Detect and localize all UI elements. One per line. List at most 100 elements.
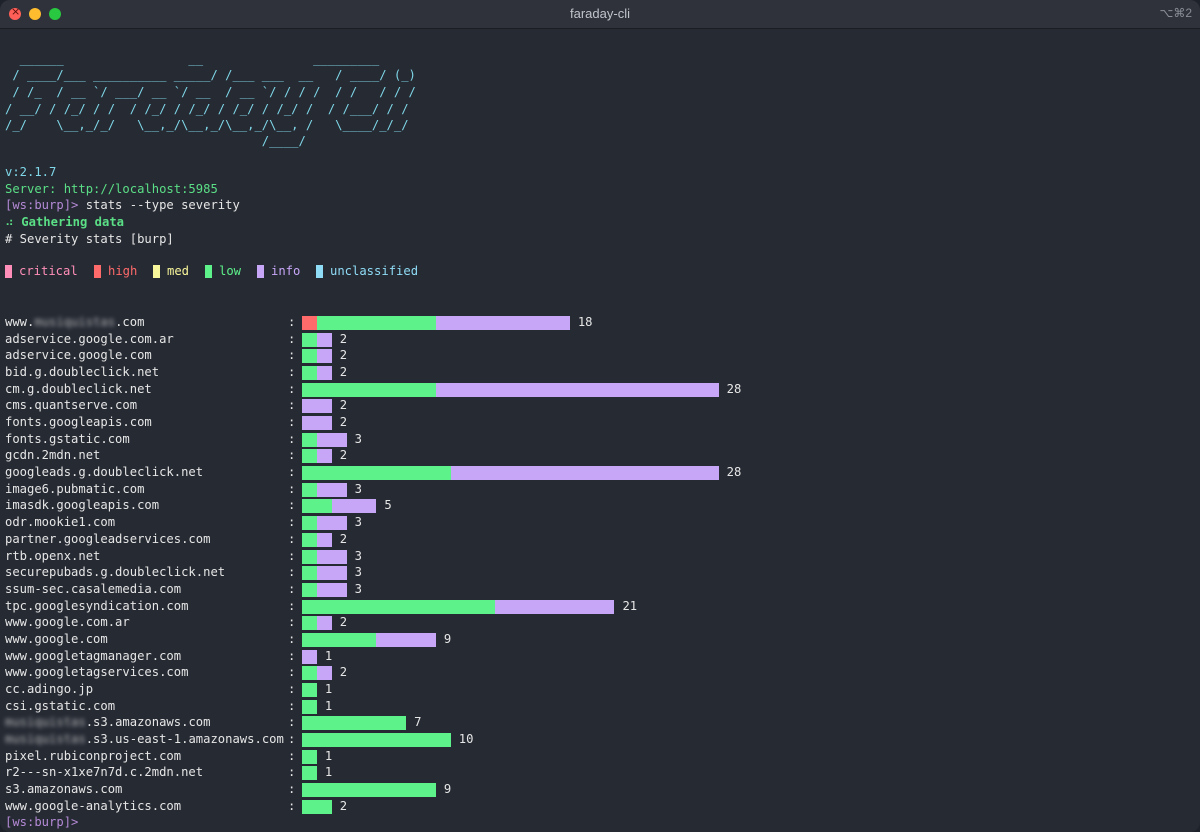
row-total: 3	[354, 548, 362, 563]
bar-segment-info	[435, 316, 570, 330]
host-name: fonts.googleapis.com	[5, 415, 152, 430]
legend-label-med: med	[167, 264, 190, 278]
row-separator: :	[288, 748, 296, 763]
host-name: partner.googleadservices.com	[5, 531, 211, 546]
severity-bar	[302, 766, 317, 781]
bar-segment-info	[302, 649, 317, 664]
bar-segment-low	[302, 799, 332, 814]
bar-segment-low	[302, 783, 436, 798]
host-name: cm.g.doubleclick.net	[5, 381, 152, 396]
bar-segment-low	[302, 716, 407, 731]
severity-bar	[302, 783, 436, 798]
bar-segment-info	[331, 499, 377, 514]
host-name: s3.amazonaws.com	[5, 782, 123, 797]
row-total: 2	[339, 398, 348, 413]
legend-swatch-low	[205, 264, 212, 278]
legend-label-critical: critical	[19, 264, 78, 278]
severity-bar	[302, 666, 332, 681]
row-total: 2	[339, 348, 348, 363]
host-name: odr.mookie1.com	[5, 515, 116, 530]
row-separator: :	[288, 732, 296, 746]
severity-bar	[302, 349, 332, 364]
host-name: securepubads.g.doubleclick.net	[5, 565, 226, 580]
legend-unclassified: unclassified	[316, 264, 418, 278]
host-name: imasdk.googleapis.com	[5, 498, 160, 513]
severity-bar	[302, 332, 332, 347]
bar-segment-low	[302, 582, 317, 597]
bar-segment-low	[302, 432, 317, 447]
severity-bar	[302, 632, 436, 647]
gathering-text: Gathering data	[21, 215, 125, 229]
row-total: 3	[354, 581, 362, 596]
row-separator: :	[288, 515, 296, 530]
row-total: 21	[622, 598, 638, 613]
row-total: 2	[339, 331, 348, 346]
row-total: 3	[354, 431, 362, 446]
legend-label-high: high	[108, 264, 138, 278]
row-separator: :	[288, 498, 296, 513]
severity-bar	[302, 733, 451, 747]
bar-segment-low	[302, 682, 317, 697]
bar-segment-info	[316, 349, 332, 364]
row-separator: :	[288, 798, 296, 813]
banner-line-5: /_/ \__,_/_/ \__,_/\__,_/\__,_/\__, / \_…	[5, 118, 409, 132]
row-total: 2	[339, 798, 348, 813]
bar-segment-low	[302, 599, 496, 614]
row-total: 2	[339, 531, 348, 546]
row-separator: :	[288, 565, 296, 580]
bar-segment-low	[316, 316, 436, 330]
bar-segment-low	[302, 733, 451, 747]
host-name: rtb.openx.net	[5, 548, 101, 563]
host-name: ssum-sec.casalemedia.com	[5, 581, 182, 596]
severity-bar	[302, 316, 570, 330]
row-separator: :	[288, 665, 296, 680]
host-name: googleads.g.doubleclick.net	[5, 465, 204, 480]
bar-segment-low	[302, 349, 317, 364]
bar-segment-low	[302, 366, 317, 381]
host-name: adservice.google.com	[5, 348, 152, 363]
banner-line-4: / __/ / /_/ / / / /_/ / /_/ / /_/ / /_/ …	[5, 102, 409, 116]
severity-bar	[302, 549, 347, 564]
final-prompt: [ws:burp]>	[5, 815, 79, 829]
bar-segment-info	[302, 416, 332, 431]
bar-segment-info	[316, 449, 332, 464]
banner-line-1: ______ __ _________	[5, 52, 380, 66]
host-name: pixel.rubiconproject.com	[5, 748, 182, 763]
legend-swatch-info	[257, 264, 264, 278]
severity-bar	[302, 449, 332, 464]
legend-swatch-unclassified	[316, 264, 323, 278]
host-name: www.musiquistas.com	[5, 315, 145, 329]
row-separator: :	[288, 331, 296, 346]
bar-segment-low	[302, 482, 317, 497]
host-name: r2---sn-x1xe7n7d.c.2mdn.net	[5, 765, 204, 780]
bar-segment-low	[302, 566, 317, 581]
severity-bar	[302, 482, 347, 497]
bar-segment-low	[302, 466, 451, 481]
host-name: csi.gstatic.com	[5, 698, 116, 713]
bar-segment-info	[316, 532, 332, 547]
bar-segment-info	[316, 549, 347, 564]
severity-bar	[302, 416, 332, 431]
bar-segment-info	[302, 399, 332, 414]
terminal-output[interactable]: ______ __ _________ / ____/___ _________…	[0, 29, 1200, 832]
legend-low: low	[205, 264, 241, 278]
severity-bar	[302, 532, 332, 547]
severity-bar	[302, 749, 317, 764]
host-name: www.google-analytics.com	[5, 798, 182, 813]
row-total: 3	[354, 481, 362, 496]
host-name: tpc.googlesyndication.com	[5, 598, 189, 613]
severity-bar	[302, 616, 332, 631]
banner-line-3: / /_ / __ `/ ___/ __ `/ __ / __ `/ / / /…	[5, 85, 416, 99]
window-title: faraday-cli	[570, 6, 630, 21]
host-name: adservice.google.com.ar	[5, 331, 174, 346]
bar-segment-info	[495, 599, 615, 614]
row-separator: :	[288, 631, 296, 646]
row-separator: :	[288, 531, 296, 546]
stats-header: # Severity stats [burp]	[5, 232, 174, 246]
command-text: stats --type severity	[78, 198, 240, 212]
bar-segment-low	[302, 532, 317, 547]
legend-label-low: low	[219, 264, 242, 278]
bar-segment-info	[316, 432, 347, 447]
bar-segment-low	[302, 632, 377, 647]
terminal-window: faraday-cli ⌥⌘2 ______ __ _________ / __…	[0, 0, 1200, 832]
